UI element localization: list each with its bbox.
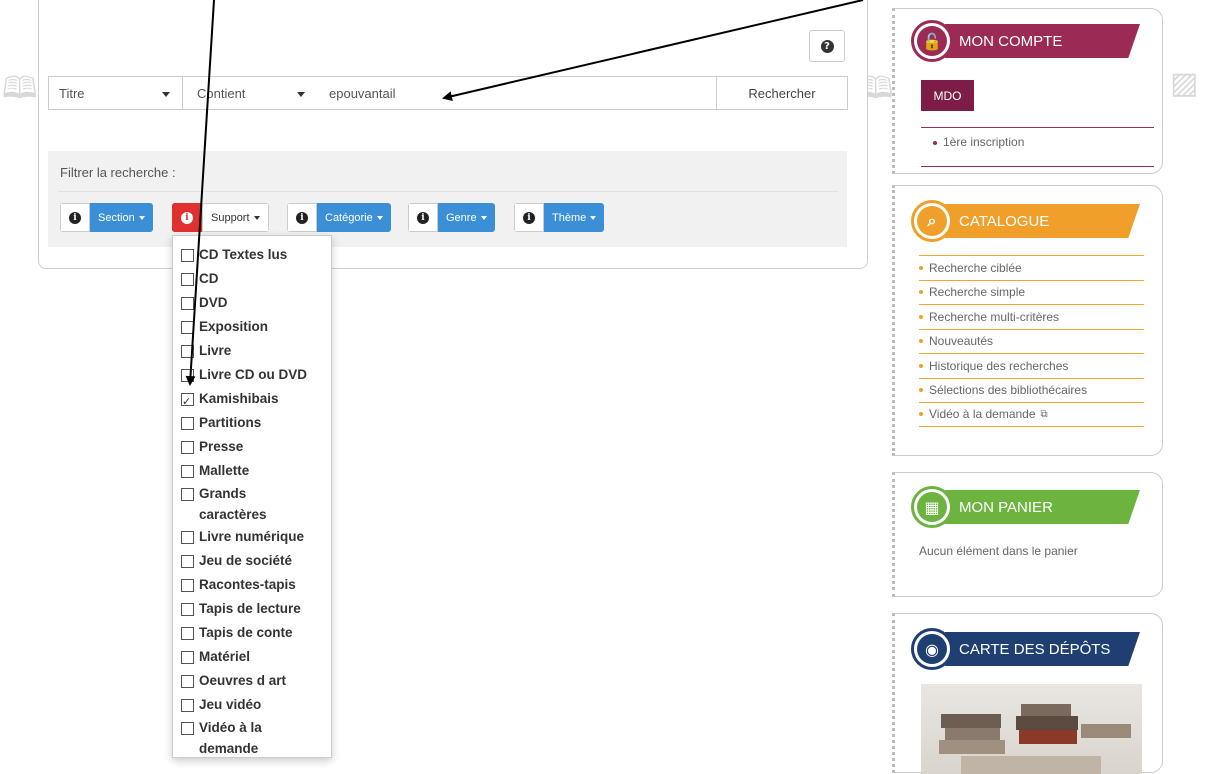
catalog-title: CATALOGUE <box>945 204 1140 238</box>
cart-banner: ▦ MON PANIER <box>911 486 1140 528</box>
catalog-link[interactable]: Historique des recherches <box>919 353 1144 378</box>
map-banner: ◉ CARTE DES DÉPÔTS <box>911 628 1140 670</box>
map-pin-icon: ◉ <box>911 628 953 670</box>
catalog-link[interactable]: Recherche simple <box>919 279 1144 305</box>
link-label: Historique des recherches <box>929 358 1069 373</box>
unlock-icon: 🔓 <box>911 20 953 62</box>
catalog-link[interactable]: Recherche multi-critères <box>919 304 1144 329</box>
external-link-icon: ⧉ <box>1040 408 1048 420</box>
catalog-link[interactable]: Sélections des bibliothécaires <box>919 377 1144 403</box>
bullet-icon <box>919 265 923 270</box>
cart-card: ▦ MON PANIER Aucun élément dans le panie… <box>892 472 1163 597</box>
mdo-button[interactable]: MDO <box>921 80 974 111</box>
link-label: Vidéo à la demande <box>929 407 1036 422</box>
bullet-icon <box>919 314 923 319</box>
arrow-to-kamishibais <box>185 0 215 386</box>
map-title: CARTE DES DÉPÔTS <box>945 632 1140 666</box>
catalog-banner: ⌕ CATALOGUE <box>911 200 1140 242</box>
map-card: ◉ CARTE DES DÉPÔTS <box>892 613 1163 774</box>
bullet-icon <box>933 140 937 145</box>
first-registration-link[interactable]: 1ère inscription <box>933 135 1024 149</box>
map-image[interactable] <box>921 684 1142 774</box>
link-label: Recherche ciblée <box>929 260 1022 275</box>
cart-empty-text: Aucun élément dans le panier <box>919 544 1078 558</box>
account-title: MON COMPTE <box>945 24 1140 58</box>
link-label: Sélections des bibliothécaires <box>929 383 1088 398</box>
link-label: Recherche simple <box>929 285 1026 300</box>
account-card: 🔓 MON COMPTE MDO 1ère inscription <box>892 8 1163 174</box>
account-links: 1ère inscription <box>921 127 1154 167</box>
catalog-links: Recherche ciblée Recherche simple Recher… <box>919 255 1144 427</box>
search-icon: ⌕ <box>911 200 953 242</box>
bullet-icon <box>919 388 923 393</box>
books-illustration <box>939 704 1131 774</box>
bullet-icon <box>919 363 923 368</box>
account-banner: 🔓 MON COMPTE <box>911 20 1140 62</box>
cart-title: MON PANIER <box>945 490 1140 524</box>
catalog-link[interactable]: Recherche ciblée <box>919 255 1144 280</box>
catalog-link[interactable]: Vidéo à la demande ⧉ <box>919 402 1144 427</box>
catalog-card: ⌕ CATALOGUE Recherche ciblée Recherche s… <box>892 185 1163 456</box>
arrow-to-search-input <box>442 0 864 102</box>
bullet-icon <box>919 412 923 417</box>
catalog-link[interactable]: Nouveautés <box>919 328 1144 354</box>
bullet-icon <box>919 339 923 344</box>
bullet-icon <box>919 290 923 295</box>
link-label: Recherche multi-critères <box>929 309 1060 324</box>
link-label: 1ère inscription <box>943 135 1025 149</box>
link-label: Nouveautés <box>929 334 994 349</box>
basket-icon: ▦ <box>911 486 953 528</box>
